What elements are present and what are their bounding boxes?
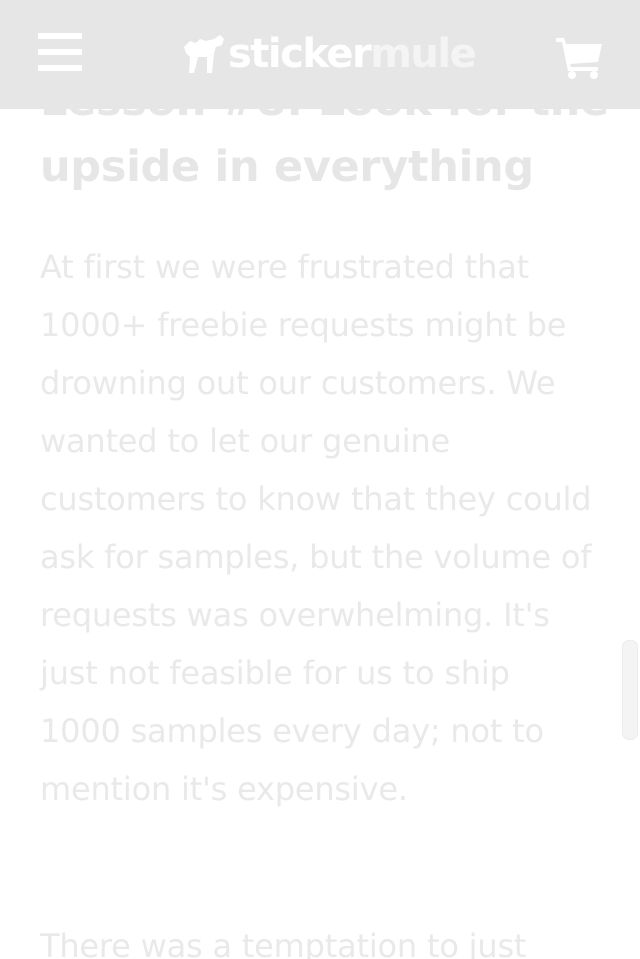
hamburger-menu-icon[interactable] bbox=[38, 33, 82, 71]
mule-logo-icon bbox=[184, 35, 224, 73]
logo-word-sticker: sticker bbox=[228, 31, 372, 77]
article-paragraph: At first we were frustrated that 1000+ f… bbox=[40, 248, 592, 808]
top-navigation-bar: sticker mule bbox=[0, 0, 640, 109]
article-paragraph: There was a temptation to just bbox=[40, 927, 527, 959]
stickermule-logo[interactable]: sticker mule bbox=[180, 26, 477, 82]
logo-word-mule: mule bbox=[370, 31, 477, 77]
shopping-cart-icon[interactable] bbox=[556, 36, 604, 80]
scrollbar-thumb[interactable] bbox=[622, 640, 638, 740]
article-content: Lesson #8: Look for the upside in everyt… bbox=[0, 0, 640, 959]
